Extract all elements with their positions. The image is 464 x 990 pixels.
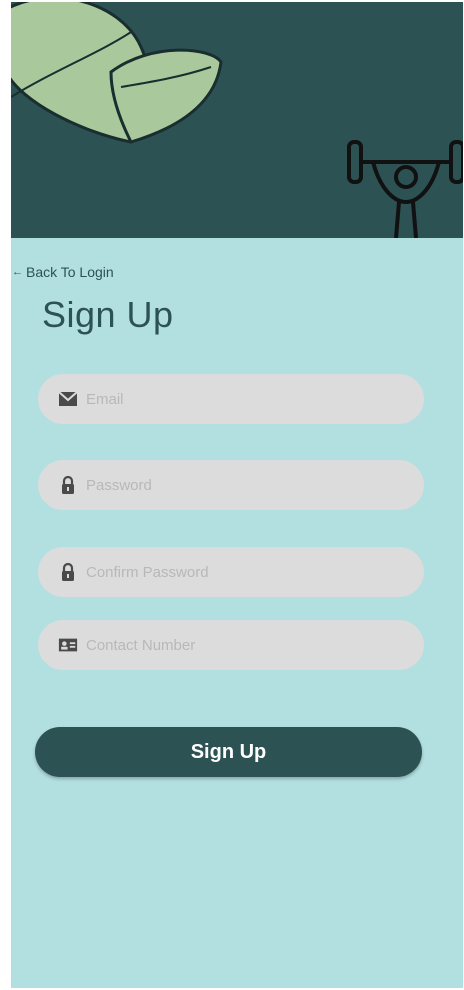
back-arrow-icon: ←: [12, 266, 23, 278]
confirm-password-field[interactable]: [38, 547, 424, 597]
lock-icon: [58, 475, 78, 495]
weightlifter-icon: [347, 140, 463, 238]
signup-card: [11, 238, 463, 988]
back-to-login-label: Back To Login: [26, 264, 114, 280]
header-banner: [11, 2, 463, 238]
email-input[interactable]: [84, 389, 424, 409]
confirm-password-input[interactable]: [84, 562, 424, 582]
email-field[interactable]: [38, 374, 424, 424]
sign-up-button[interactable]: Sign Up: [35, 727, 422, 777]
password-field[interactable]: [38, 460, 424, 510]
password-input[interactable]: [84, 475, 424, 495]
lock-icon: [58, 562, 78, 582]
contact-number-field[interactable]: [38, 620, 424, 670]
email-icon: [58, 389, 78, 409]
contact-number-input[interactable]: [84, 635, 424, 655]
leaf-icon: [11, 2, 223, 144]
page-title: Sign Up: [42, 294, 174, 335]
back-to-login-link[interactable]: ← Back To Login: [12, 264, 114, 280]
header-illustration: [11, 2, 463, 238]
contact-card-icon: [58, 635, 78, 655]
